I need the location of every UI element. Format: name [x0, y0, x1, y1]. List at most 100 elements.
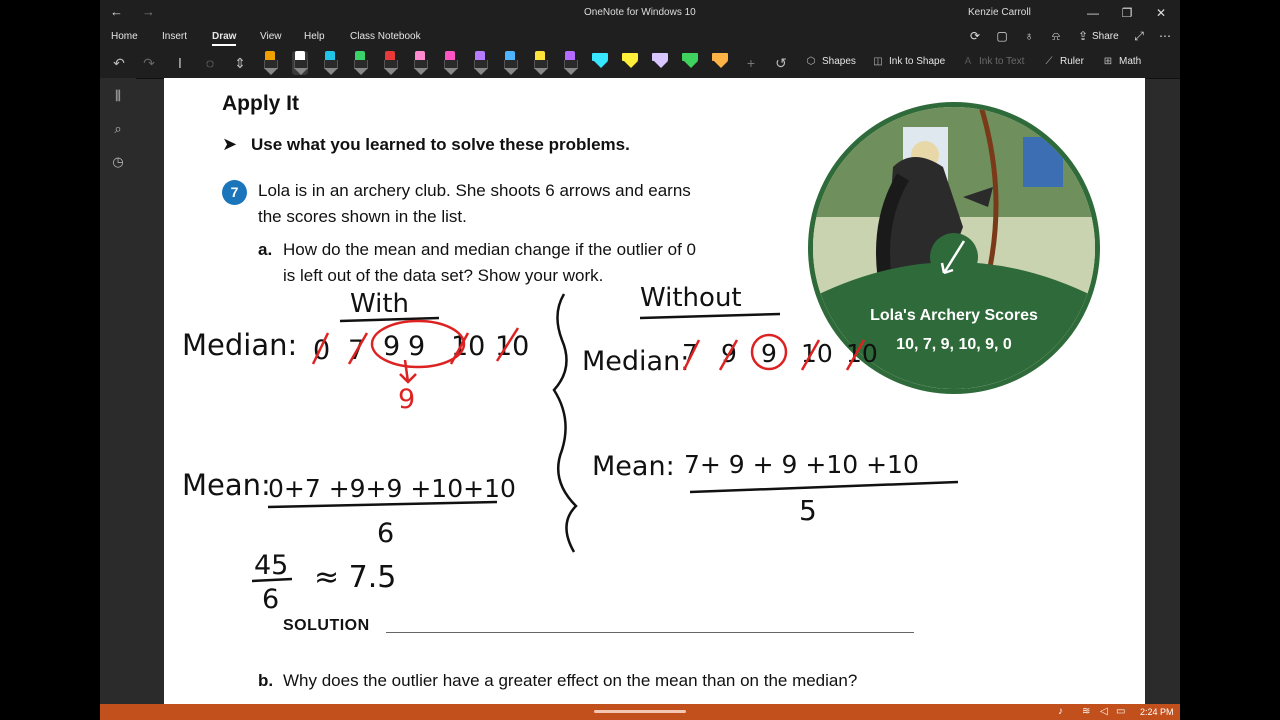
user-name[interactable]: Kenzie Carroll: [968, 7, 1031, 18]
ink-mean-fraction-denominator: 6: [262, 584, 279, 615]
part-b-letter: b.: [258, 671, 274, 690]
highlighter-3-icon[interactable]: [652, 51, 668, 75]
wifi-icon[interactable]: ≋: [1082, 706, 1090, 718]
microphone-icon[interactable]: ♪: [1058, 706, 1063, 718]
battery-icon[interactable]: ▭: [1116, 706, 1125, 718]
menu-bar: Home Insert Draw View Help Class Noteboo…: [100, 26, 1180, 48]
ink-divider-brace: [552, 293, 578, 553]
tab-help[interactable]: Help: [304, 31, 325, 42]
clock[interactable]: 2:24 PM: [1140, 706, 1174, 718]
ink-median-label-with: Median:: [182, 328, 297, 362]
pen-11-icon[interactable]: [562, 51, 578, 75]
part-b-text: Why does the outlier have a greater effe…: [283, 671, 858, 690]
expand-icon[interactable]: ⤢: [1132, 29, 1146, 43]
ink-with-value-3: 9: [408, 331, 425, 362]
add-pen-icon[interactable]: +: [742, 54, 760, 72]
forward-arrow-icon[interactable]: →: [142, 4, 155, 19]
ink-layer[interactable]: With Median: 0 7 9 9 10 10 9 Mean: 0+7 +…: [164, 78, 1145, 704]
shapes-icon: ⬡: [806, 56, 816, 67]
bell-icon[interactable]: ⍾: [1049, 29, 1063, 43]
ink-with-value-2: 9: [383, 331, 400, 362]
ink-to-text-label: Ink to Text: [979, 56, 1025, 67]
pen-7-icon[interactable]: [442, 51, 458, 75]
onenote-window: ← → OneNote for Windows 10 Kenzie Carrol…: [100, 0, 1180, 720]
notebook-page[interactable]: Apply It ➤ Use what you learned to solve…: [164, 78, 1145, 704]
highlighter-5-icon[interactable]: [712, 51, 728, 75]
type-select-icon[interactable]: Ⅰ: [171, 54, 189, 72]
maximize-icon[interactable]: ❐: [1114, 4, 1140, 22]
title-bar: ← → OneNote for Windows 10 Kenzie Carrol…: [100, 0, 1180, 26]
minimize-icon[interactable]: —: [1080, 4, 1106, 22]
ink-without-value-2: 9: [761, 339, 777, 368]
tab-insert[interactable]: Insert: [162, 31, 187, 42]
ink-to-shape-icon: ◫: [873, 56, 883, 67]
undo-icon[interactable]: ↶: [110, 54, 128, 72]
share-icon[interactable]: ⇪: [1076, 29, 1090, 43]
volume-icon[interactable]: ◁: [1100, 706, 1108, 718]
ink-with-label: With: [350, 289, 409, 319]
tab-view[interactable]: View: [260, 31, 282, 42]
lasso-select-icon[interactable]: ◌: [201, 54, 219, 72]
ruler-button[interactable]: ⟋ Ruler: [1042, 56, 1084, 67]
ink-replay-icon[interactable]: ↺: [772, 54, 790, 72]
more-options-icon[interactable]: ⋯: [1158, 29, 1172, 43]
tab-draw[interactable]: Draw: [212, 31, 237, 46]
solution-label: SOLUTION: [283, 617, 370, 634]
redo-icon[interactable]: ↷: [140, 54, 158, 72]
pen-8-icon[interactable]: [472, 51, 488, 75]
pen-3-icon[interactable]: [322, 51, 338, 75]
sync-icon[interactable]: ⟳: [968, 29, 982, 43]
taskbar-handle[interactable]: [594, 710, 686, 713]
ink-without-label: Without: [640, 283, 742, 313]
ruler-label: Ruler: [1060, 56, 1084, 67]
math-label: Math: [1119, 56, 1142, 67]
tab-class-notebook[interactable]: Class Notebook: [350, 31, 421, 42]
ink-median-label-without: Median:: [582, 346, 689, 377]
draw-ribbon: ↶ ↷ Ⅰ ◌ ⇕ + ↺ ⬡ Shapes ◫ Ink to Shape A Ink…: [100, 48, 1180, 79]
math-button[interactable]: ⊞ Math: [1101, 56, 1141, 67]
navigation-rail: ⫼ ⌕ ◷: [100, 78, 136, 704]
search-icon[interactable]: ⌕: [110, 121, 126, 137]
ruler-icon: ⟋: [1045, 56, 1053, 67]
ink-without-fraction-bar: [689, 480, 959, 494]
math-icon: ⊞: [1103, 56, 1113, 67]
taskbar: ♪ ≋ ◁ ▭ 2:24 PM: [100, 704, 1180, 720]
insert-space-icon[interactable]: ⇕: [231, 54, 249, 72]
ink-to-shape-label: Ink to Shape: [889, 56, 946, 67]
ink-mean-fraction-numerator: 45: [254, 550, 288, 581]
tab-home[interactable]: Home: [111, 31, 138, 42]
ink-mean-label-without: Mean:: [592, 451, 675, 482]
pen-4-icon[interactable]: [352, 51, 368, 75]
ink-without-mean-denominator: 5: [799, 494, 817, 527]
share-button[interactable]: Share: [1092, 31, 1119, 42]
shapes-label: Shapes: [822, 56, 856, 67]
back-arrow-icon[interactable]: ←: [110, 4, 123, 19]
ink-mean-label-with: Mean:: [182, 468, 271, 502]
solution-answer-line[interactable]: [386, 632, 914, 633]
shapes-button[interactable]: ⬡ Shapes: [804, 56, 856, 67]
ink-to-text-button[interactable]: A Ink to Text: [961, 56, 1025, 67]
lightbulb-icon[interactable]: ♁: [1022, 29, 1036, 43]
ink-without-underline: [639, 312, 781, 320]
ink-without-value-0: 7: [682, 339, 698, 368]
pen-10-icon[interactable]: [532, 51, 548, 75]
ink-without-mean-numerator: 7+ 9 + 9 +10 +10: [684, 450, 919, 479]
ink-to-text-icon: A: [964, 56, 972, 67]
ink-mean-approx: ≈ 7.5: [314, 560, 396, 595]
highlighter-2-icon[interactable]: [622, 51, 638, 75]
highlighter-4-icon[interactable]: [682, 51, 698, 75]
notebooks-icon[interactable]: ⫼: [110, 88, 126, 104]
recent-clock-icon[interactable]: ◷: [110, 154, 126, 170]
pen-5-icon[interactable]: [382, 51, 398, 75]
ink-with-median-result: 9: [398, 384, 415, 415]
window-title: OneNote for Windows 10: [584, 7, 696, 18]
notebook-icon[interactable]: ▢: [995, 29, 1009, 43]
highlighter-1-icon[interactable]: [592, 51, 608, 75]
pen-9-icon[interactable]: [502, 51, 518, 75]
close-icon[interactable]: ✕: [1148, 4, 1174, 22]
ink-with-mean-denominator: 6: [377, 518, 394, 549]
pen-1-icon[interactable]: [262, 51, 278, 75]
ink-to-shape-button[interactable]: ◫ Ink to Shape: [871, 56, 945, 67]
pen-6-icon[interactable]: [412, 51, 428, 75]
pen-2-icon[interactable]: [292, 51, 308, 75]
